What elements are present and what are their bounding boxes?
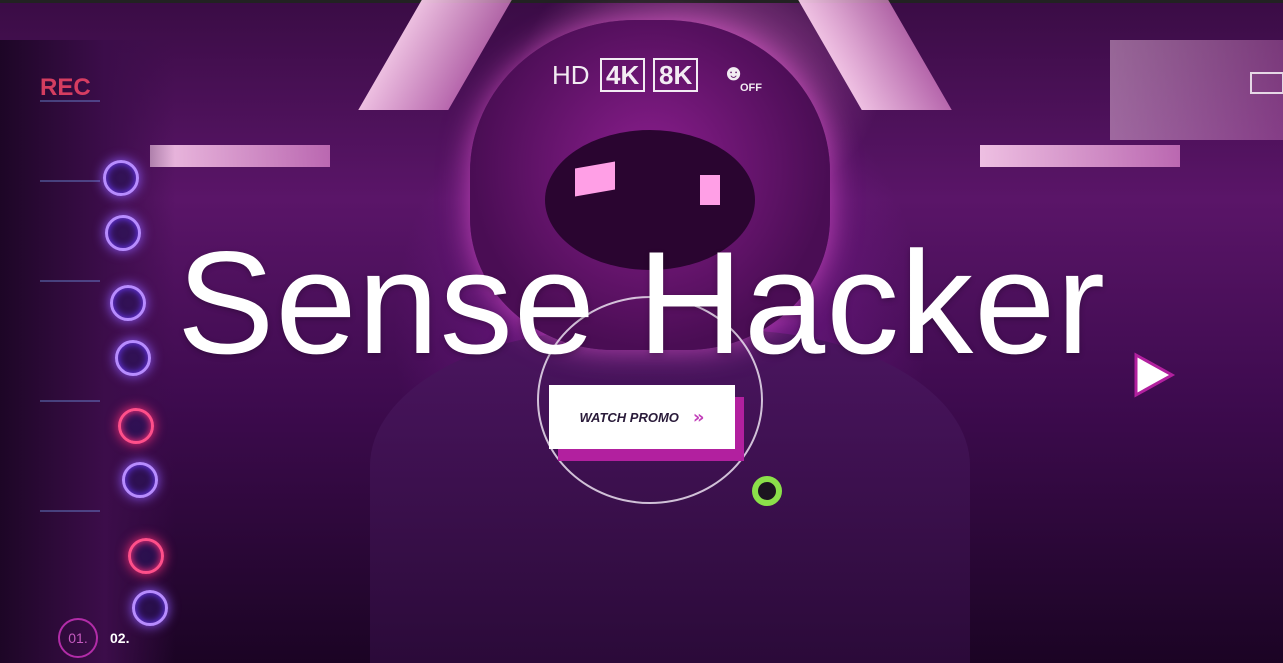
- light-beam: [358, 0, 512, 110]
- rec-indicator: REC: [40, 74, 91, 101]
- play-icon[interactable]: [1130, 352, 1176, 398]
- pagination-item-2[interactable]: 02.: [110, 630, 129, 646]
- light-beam: [150, 145, 330, 167]
- pagination-item-1[interactable]: 01.: [58, 618, 98, 658]
- hd-label: HD: [552, 60, 590, 90]
- watch-promo-label: WATCH PROMO: [579, 409, 679, 425]
- glow-orb: [128, 538, 164, 574]
- rack-line: [40, 510, 100, 512]
- glow-orb: [118, 408, 154, 444]
- glow-orb: [103, 160, 139, 196]
- off-label: OFF: [740, 82, 762, 94]
- light-beam: [980, 145, 1180, 167]
- rack-line: [40, 400, 100, 402]
- hero-title: Sense Hacker: [177, 221, 1106, 384]
- glow-orb: [132, 590, 168, 626]
- light-beam: [798, 0, 952, 110]
- watch-promo-button[interactable]: WATCH PROMO »: [549, 385, 735, 449]
- glow-orb: [122, 462, 158, 498]
- rack-line: [40, 180, 100, 182]
- double-chevron-right-icon: »: [692, 406, 705, 428]
- character-eye: [700, 175, 720, 205]
- hero-slider: REC HD 4K 8K ☻ OFF Sense Hacker WATCH PR…: [0, 0, 1283, 663]
- green-badge: [752, 476, 782, 506]
- res-4k-label: 4K: [600, 58, 646, 92]
- top-divider: [0, 0, 1283, 3]
- battery-icon: [1250, 72, 1283, 94]
- res-8k-label: 8K: [653, 58, 699, 92]
- slider-pagination: 01. 02.: [58, 618, 129, 658]
